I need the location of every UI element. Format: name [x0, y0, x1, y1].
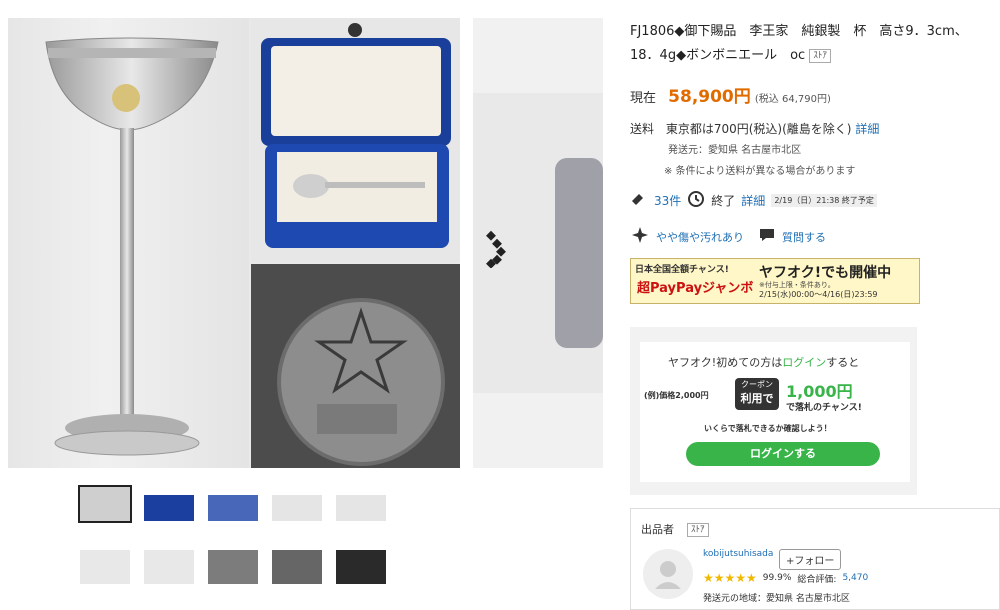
auction-status: 終了 [711, 194, 736, 208]
shipping-row: 送料 東京都は700円(税込)(離島を除く) 詳細 [630, 120, 879, 137]
seller-name[interactable]: kobijutsuhisada [703, 549, 773, 559]
login-promo-inner: ヤフオク!初めての方はログインすると (例)価格2,000円 クーポン 利用で … [640, 342, 910, 482]
thumbnail[interactable] [144, 495, 194, 521]
login-sub-text: いくらで落札できるか確認しよう！ [704, 424, 832, 433]
rating-label: 総合評価: [797, 574, 837, 585]
thumbnail[interactable] [336, 550, 386, 584]
case-photo [251, 18, 460, 262]
next-arrow-icon[interactable] [483, 228, 509, 269]
current-price: 58,900円 [668, 87, 751, 107]
gavel-icon [630, 191, 648, 210]
seller-avatar[interactable] [643, 549, 693, 599]
question-link[interactable]: 質問する [782, 229, 826, 245]
login-headline: ヤフオク!初めての方はログインすると [668, 356, 860, 369]
shipping-note: ※ 条件により送料が異なる場合があります [664, 166, 856, 177]
hallmark-photo [251, 264, 460, 468]
login-promo-card: ヤフオク!初めての方はログインすると (例)価格2,000円 クーポン 利用で … [630, 327, 917, 495]
seller-card: 出品者 ｽﾄｱ kobijutsuhisada +フォロー ★★★★★ 99.9… [630, 508, 1000, 610]
thumbnail[interactable] [272, 550, 322, 584]
goblet-photo [8, 18, 249, 468]
paypay-jumbo-banner[interactable]: 日本全国全額チャンス! 超PayPayジャンボ ヤフオク!でも開催中 ※付与上限… [630, 258, 920, 304]
chat-icon [758, 227, 776, 246]
rating-stars-icon: ★★★★★ [703, 571, 757, 585]
product-title: FJ1806◆御下賜品 李王家 純銀製 杯 高さ9．3cm、18．4g◆ボンボニ… [630, 20, 990, 68]
seller-label: 出品者 [641, 523, 674, 536]
banner-left-top: 日本全国全額チャンス! [635, 265, 729, 275]
banner-right-top: ヤフオク!でも開催中 [759, 265, 892, 281]
follow-button[interactable]: +フォロー [779, 549, 842, 570]
sparkle-icon [630, 225, 650, 248]
condition-text[interactable]: やや傷や汚れあり [656, 229, 744, 245]
price-label: 現在 [630, 91, 657, 106]
banner-period: 2/15(水)00:00～4/16(日)23:59 [759, 290, 878, 299]
store-badge: ｽﾄｱ [809, 48, 831, 63]
meta-row: 33件 終了 詳細 2/19（日）21:38 終了予定 [630, 190, 877, 211]
thumbnail[interactable] [336, 495, 386, 521]
condition-row: やや傷や汚れあり 質問する [630, 225, 826, 248]
price-tax: (税込 64,790円) [754, 94, 831, 105]
coupon-suffix: で落札のチャンス! [786, 403, 862, 413]
seller-rating: ★★★★★ 99.9% 総合評価: 5,470 [703, 571, 868, 585]
shipping-text: 東京都は700円(税込)(離島を除く) [665, 122, 852, 136]
rating-count[interactable]: 5,470 [842, 573, 868, 583]
banner-left-bottom: 超PayPayジャンボ [637, 281, 754, 296]
thumbnail[interactable] [78, 485, 132, 523]
thumbnail[interactable] [272, 495, 322, 521]
shipping-label: 送料 [630, 122, 655, 136]
thumbnail[interactable] [208, 495, 258, 521]
example-price: (例)価格2,000円 [644, 391, 709, 400]
clock-icon [687, 190, 705, 211]
main-product-image[interactable] [8, 18, 460, 468]
coupon-badge: クーポン 利用で [735, 378, 779, 410]
end-time: 2/19（日）21:38 終了予定 [771, 194, 877, 207]
login-headline-link[interactable]: ログイン [782, 356, 826, 369]
price-row: 現在 58,900円 (税込 64,790円) [630, 82, 831, 107]
title-text: FJ1806◆御下賜品 李王家 純銀製 杯 高さ9．3cm、18．4g◆ボンボニ… [630, 24, 968, 63]
shipping-origin: 発送元：愛知県 名古屋市北区 [668, 145, 802, 156]
thumbnail[interactable] [144, 550, 194, 584]
seller-store-badge: ｽﾄｱ [687, 523, 709, 537]
thumbnail[interactable] [80, 550, 130, 584]
thumbnail[interactable] [208, 550, 258, 584]
shipping-detail-link[interactable]: 詳細 [855, 122, 879, 136]
login-button[interactable]: ログインする [686, 442, 880, 466]
coupon-value: 1,000円 [786, 382, 853, 401]
rating-percent: 99.9% [762, 573, 792, 583]
meta-detail-link[interactable]: 詳細 [741, 192, 765, 209]
bid-count[interactable]: 33件 [654, 192, 681, 209]
